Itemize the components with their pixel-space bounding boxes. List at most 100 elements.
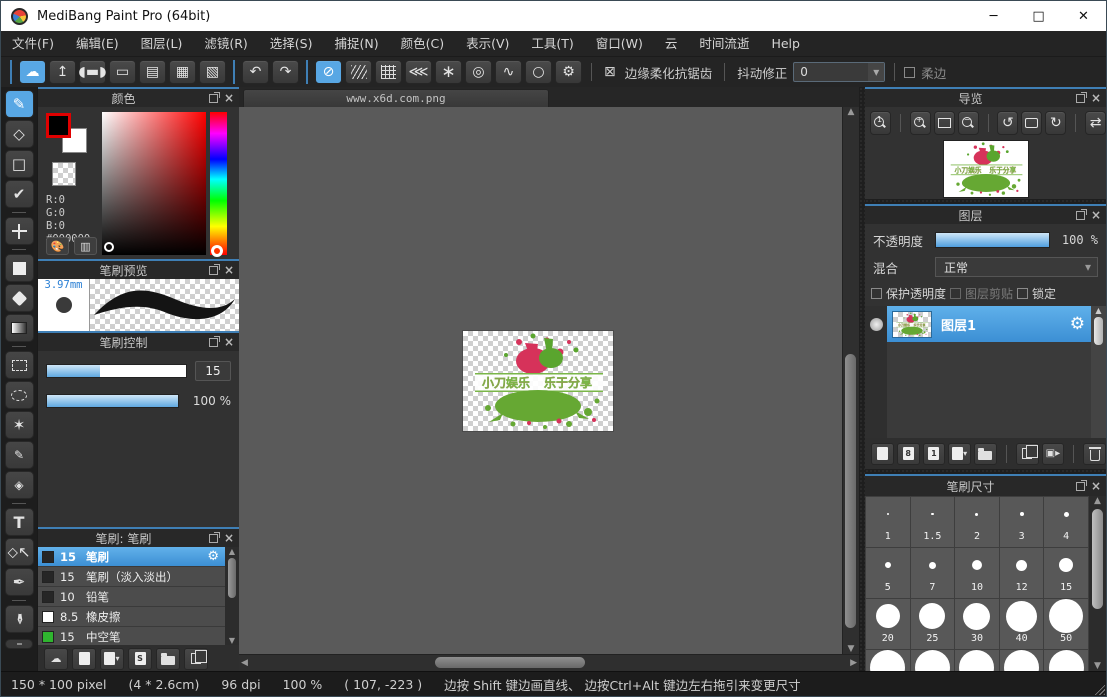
menu-item-4[interactable]: 选择(S) <box>259 31 324 57</box>
layer-name[interactable]: 图层1 <box>941 315 1070 334</box>
brush-folder-button[interactable] <box>156 648 180 670</box>
menu-item-10[interactable]: 云 <box>654 31 689 57</box>
blend-mode-dropdown[interactable]: 正常 ▾ <box>935 257 1098 277</box>
popout-icon[interactable] <box>1076 94 1085 103</box>
layer-list-scrollbar[interactable]: ▲ <box>1091 306 1106 438</box>
menu-item-12[interactable]: Help <box>760 31 811 57</box>
navigator-thumbnail[interactable] <box>944 141 1028 197</box>
cloud-button[interactable]: ☁ <box>19 60 46 84</box>
rotate-cw-button[interactable]: ↻ <box>1045 111 1066 135</box>
popout-icon[interactable] <box>1076 482 1085 491</box>
soft-edge-checkbox[interactable] <box>904 67 915 78</box>
move-tool[interactable] <box>5 217 34 245</box>
menu-item-1[interactable]: 编辑(E) <box>65 31 130 57</box>
scroll-up-icon[interactable]: ▲ <box>848 107 855 117</box>
popout-icon[interactable] <box>209 534 218 543</box>
lasso-tool[interactable] <box>5 381 34 409</box>
material-panel-button[interactable]: ▦ <box>169 60 196 84</box>
object-tool[interactable]: ⬦↖ <box>5 538 34 566</box>
bucket-tool[interactable] <box>5 284 34 312</box>
menu-item-6[interactable]: 颜色(C) <box>390 31 455 57</box>
delete-layer-button[interactable] <box>1083 443 1106 465</box>
clipping-option[interactable]: 图层剪贴 <box>950 285 1013 302</box>
eyedropper-tool[interactable]: ✒ <box>5 605 34 633</box>
brush-list-item[interactable]: 15笔刷（淡入淡出） <box>38 567 225 587</box>
brush-size-slider[interactable] <box>46 364 187 378</box>
eraser-tool[interactable]: ◇ <box>5 120 34 148</box>
zoom-reset-button[interactable]: 1 <box>870 111 891 135</box>
zoom-out-button[interactable]: − <box>958 111 979 135</box>
canvas-tab[interactable]: www.x6d.com.png <box>243 89 549 107</box>
brush-size-cell[interactable] <box>955 650 999 671</box>
brush-size-cell[interactable] <box>1000 650 1044 671</box>
close-button[interactable]: ✕ <box>1061 1 1106 31</box>
palette-button[interactable]: 🎨 <box>46 237 69 255</box>
menu-item-11[interactable]: 时间流逝 <box>688 31 760 57</box>
workspace-edit-button[interactable]: ▧ <box>199 60 226 84</box>
protect-alpha-option[interactable]: 保护透明度 <box>871 285 946 302</box>
rotate-reset-button[interactable] <box>1021 111 1042 135</box>
brush-size-cell[interactable] <box>911 650 955 671</box>
hue-marker[interactable] <box>211 245 223 257</box>
brush-size-cell[interactable] <box>866 650 910 671</box>
brush-size-cell[interactable]: 12 <box>1000 548 1044 598</box>
brush-size-value[interactable]: 15 <box>195 361 231 381</box>
publish-button[interactable]: ↥ <box>49 60 76 84</box>
flip-horizontal-button[interactable]: ⇄ <box>1085 111 1106 135</box>
color-set-button[interactable]: ▥ <box>74 237 97 255</box>
duplicate-brush-button[interactable] <box>184 648 208 670</box>
protect-alpha-checkbox[interactable] <box>871 288 882 299</box>
close-icon[interactable]: × <box>1091 479 1101 493</box>
brush-tool[interactable]: ✎ <box>5 90 34 118</box>
menu-item-3[interactable]: 滤镜(R) <box>193 31 258 57</box>
popout-icon[interactable] <box>209 338 218 347</box>
brush-list-item[interactable]: 15中空笔 <box>38 627 225 645</box>
brush-list-scrollbar[interactable]: ▲ ▼ <box>225 547 239 645</box>
radial-snap-button[interactable]: ∗ <box>435 60 462 84</box>
snap-settings-button[interactable]: ⚙ <box>555 60 582 84</box>
scroll-down-icon[interactable]: ▼ <box>1094 661 1101 671</box>
merge-layer-button[interactable]: ▣▸ <box>1042 443 1065 465</box>
scroll-up-icon[interactable]: ▲ <box>1095 306 1101 315</box>
lock-option[interactable]: 锁定 <box>1017 285 1056 302</box>
brush-size-cell[interactable]: 40 <box>1000 599 1044 649</box>
comment-button[interactable]: ◖▬◗ <box>79 60 106 84</box>
scroll-right-icon[interactable]: ▶ <box>850 658 857 668</box>
brush-size-cell[interactable]: 4 <box>1044 497 1088 547</box>
curve-snap-button[interactable]: ∿ <box>495 60 522 84</box>
navigator-preview-area[interactable] <box>865 139 1106 199</box>
brush-size-cell[interactable]: 2 <box>955 497 999 547</box>
scroll-thumb[interactable] <box>845 354 856 628</box>
brush-size-cell[interactable]: 5 <box>866 548 910 598</box>
canvas-horizontal-scrollbar[interactable]: ◀ ▶ <box>239 654 859 671</box>
brush-size-cell[interactable]: 10 <box>955 548 999 598</box>
antialias-icon[interactable]: ⊠ <box>604 64 616 80</box>
annotation-button[interactable]: ▭ <box>109 60 136 84</box>
scroll-down-icon[interactable]: ▼ <box>848 644 855 654</box>
brush-size-cell[interactable]: 20 <box>866 599 910 649</box>
zoom-in-button[interactable]: + <box>910 111 931 135</box>
layer-settings-gear-icon[interactable]: ⚙ <box>1070 314 1085 334</box>
close-icon[interactable]: × <box>1091 208 1101 222</box>
canvas-viewport[interactable] <box>239 107 842 654</box>
scroll-thumb[interactable] <box>1092 509 1103 609</box>
brush-size-cell[interactable]: 25 <box>911 599 955 649</box>
brush-opacity-slider[interactable] <box>46 394 179 408</box>
scroll-thumb[interactable] <box>228 558 236 598</box>
brush-size-cell[interactable]: 50 <box>1044 599 1088 649</box>
foreground-color-swatch[interactable] <box>46 113 71 138</box>
vanishing-snap-button[interactable]: ⋘ <box>405 60 432 84</box>
brush-size-cell[interactable]: 30 <box>955 599 999 649</box>
close-icon[interactable]: × <box>224 531 234 545</box>
popout-icon[interactable] <box>1076 211 1085 220</box>
script-brush-button[interactable]: S <box>128 648 152 670</box>
close-icon[interactable]: × <box>224 91 234 105</box>
popout-icon[interactable] <box>209 94 218 103</box>
artwork-canvas[interactable] <box>463 331 613 431</box>
scroll-thumb[interactable] <box>1094 317 1103 345</box>
text-tool[interactable]: T <box>5 508 34 536</box>
dot-tool[interactable]: □ <box>5 150 34 178</box>
menu-item-2[interactable]: 图层(L) <box>130 31 194 57</box>
menu-item-8[interactable]: 工具(T) <box>520 31 584 57</box>
brush-size-cell[interactable]: 3 <box>1000 497 1044 547</box>
